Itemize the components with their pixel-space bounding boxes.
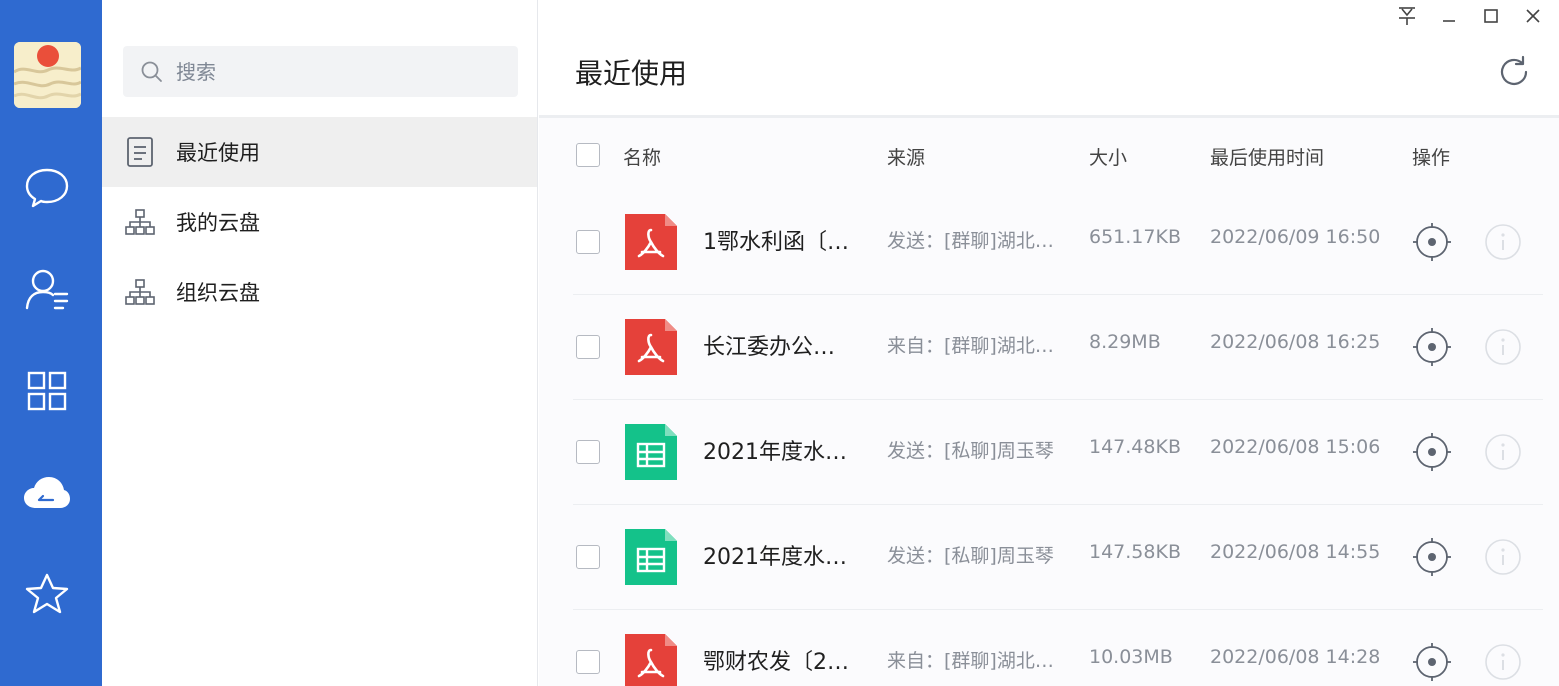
page-title: 最近使用 [575, 57, 688, 90]
file-row[interactable]: 2021年度水… 发送：[私聊]周玉琴 147.58KB 2022/06/08 … [573, 505, 1543, 610]
main-header: 最近使用 [539, 0, 1559, 118]
file-name[interactable]: 1鄂水利函〔… [703, 224, 869, 256]
file-row[interactable]: 2021年度水… 发送：[私聊]周玉琴 147.48KB 2022/06/08 … [573, 400, 1543, 505]
column-header-size[interactable]: 大小 [1089, 141, 1127, 171]
file-size: 147.48KB [1089, 436, 1181, 458]
row-checkbox[interactable] [576, 650, 600, 674]
row-checkbox[interactable] [576, 335, 600, 359]
minimize-icon[interactable] [1434, 4, 1464, 28]
contacts-icon[interactable] [21, 263, 73, 315]
org-tree-icon [123, 275, 157, 309]
nav-item-org-drive[interactable]: 组织云盘 [102, 257, 537, 327]
nav-item-recent[interactable]: 最近使用 [102, 117, 537, 187]
cloud-drive-icon[interactable] [21, 467, 73, 519]
search-input[interactable] [176, 59, 476, 84]
spreadsheet-file-icon [625, 424, 677, 480]
file-time: 2022/06/08 14:55 [1210, 541, 1381, 563]
column-header-action: 操作 [1412, 146, 1451, 169]
locate-icon[interactable] [1413, 433, 1451, 471]
column-header-name[interactable]: 名称 [623, 141, 661, 171]
pdf-file-icon [625, 319, 677, 375]
file-source: 来自：[群聊]湖北… [887, 650, 1054, 672]
refresh-icon[interactable] [1496, 54, 1532, 90]
nav-item-label: 我的云盘 [176, 211, 260, 235]
column-header-last-used[interactable]: 最后使用时间 [1210, 141, 1324, 171]
file-source: 发送：[群聊]湖北… [887, 230, 1054, 252]
locate-icon[interactable] [1413, 328, 1451, 366]
info-icon[interactable] [1484, 538, 1522, 576]
select-all-checkbox[interactable] [576, 143, 600, 167]
file-row[interactable]: 长江委办公… 来自：[群聊]湖北… 8.29MB 2022/06/08 16:2… [573, 295, 1543, 400]
file-row[interactable]: 1鄂水利函〔… 发送：[群聊]湖北… 651.17KB 2022/06/09 1… [573, 190, 1543, 295]
locate-icon[interactable] [1413, 223, 1451, 261]
nav-item-label: 最近使用 [176, 141, 260, 165]
maximize-icon[interactable] [1476, 4, 1506, 28]
main-panel: 最近使用 名称 来源 大小 最后使用时间 操作 1鄂水利函〔… 发送：[群聊]湖… [539, 0, 1559, 686]
file-time: 2022/06/08 14:28 [1210, 646, 1381, 668]
file-size: 651.17KB [1089, 226, 1181, 248]
apps-icon[interactable] [21, 365, 73, 417]
document-icon [123, 135, 157, 169]
info-icon[interactable] [1484, 643, 1522, 681]
file-name[interactable]: 2021年度水… [703, 539, 869, 571]
file-size: 10.03MB [1089, 646, 1173, 668]
file-time: 2022/06/08 15:06 [1210, 436, 1381, 458]
nav-panel: 最近使用 我的云盘 组织云盘 [102, 0, 538, 686]
left-rail [0, 0, 102, 686]
file-time: 2022/06/09 16:50 [1210, 226, 1381, 248]
pin-icon[interactable] [1392, 4, 1422, 28]
star-icon[interactable] [21, 568, 73, 620]
file-source: 发送：[私聊]周玉琴 [887, 440, 1054, 462]
chat-icon[interactable] [21, 162, 73, 214]
pdf-file-icon [625, 634, 677, 686]
search-icon [141, 61, 162, 82]
row-checkbox[interactable] [576, 545, 600, 569]
locate-icon[interactable] [1413, 643, 1451, 681]
file-source: 来自：[群聊]湖北… [887, 335, 1054, 357]
file-row[interactable]: 鄂财农发〔2… 来自：[群聊]湖北… 10.03MB 2022/06/08 14… [573, 610, 1543, 686]
nav-item-label: 组织云盘 [176, 281, 260, 305]
info-icon[interactable] [1484, 328, 1522, 366]
nav-item-my-drive[interactable]: 我的云盘 [102, 187, 537, 257]
file-name[interactable]: 长江委办公… [703, 329, 869, 361]
info-icon[interactable] [1484, 433, 1522, 471]
file-size: 147.58KB [1089, 541, 1181, 563]
user-avatar[interactable] [14, 42, 81, 108]
org-tree-icon [123, 205, 157, 239]
locate-icon[interactable] [1413, 538, 1451, 576]
spreadsheet-file-icon [625, 529, 677, 585]
file-name[interactable]: 2021年度水… [703, 434, 869, 466]
file-time: 2022/06/08 16:25 [1210, 331, 1381, 353]
row-checkbox[interactable] [576, 230, 600, 254]
search-box[interactable] [123, 46, 518, 97]
file-size: 8.29MB [1089, 331, 1161, 353]
info-icon[interactable] [1484, 223, 1522, 261]
close-icon[interactable] [1518, 4, 1548, 28]
file-name[interactable]: 鄂财农发〔2… [703, 644, 869, 676]
pdf-file-icon [625, 214, 677, 270]
column-header-source[interactable]: 来源 [887, 141, 925, 171]
row-checkbox[interactable] [576, 440, 600, 464]
file-source: 发送：[私聊]周玉琴 [887, 545, 1054, 567]
